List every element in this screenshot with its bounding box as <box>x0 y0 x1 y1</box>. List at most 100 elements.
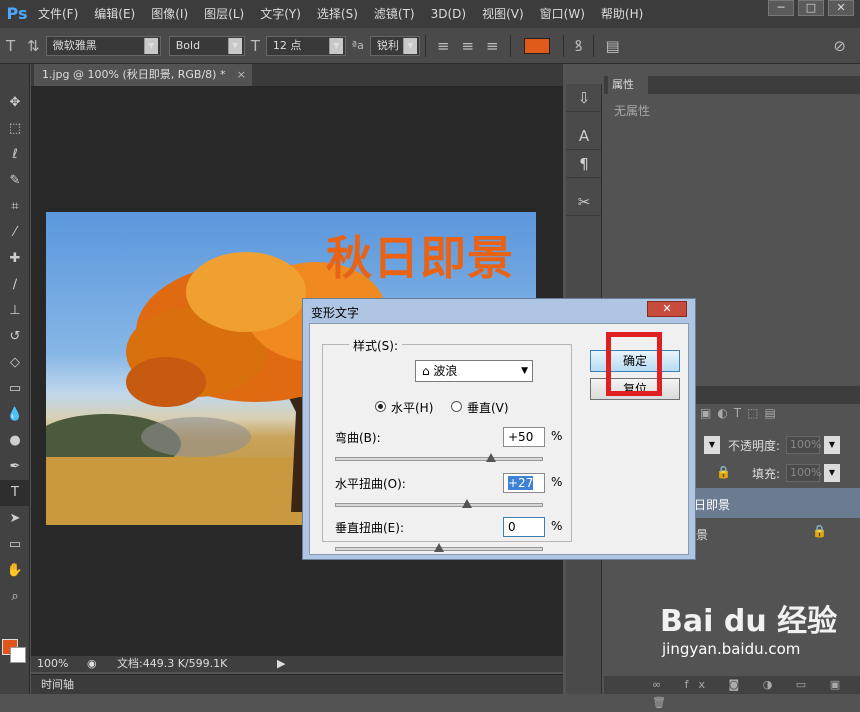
eyedropper-tool-icon[interactable]: ⁄ <box>0 220 30 246</box>
zoom-level[interactable]: 100% <box>31 656 87 672</box>
menu-3d[interactable]: 3D(D) <box>423 0 474 28</box>
opacity-input[interactable]: 100% <box>786 436 821 454</box>
antialias-select[interactable]: 锐利 ▼ <box>369 35 420 56</box>
fill-input[interactable]: 100% <box>786 464 821 482</box>
toggle-orientation-icon[interactable]: ⇅ <box>27 37 40 55</box>
layer-filter-icons[interactable]: ▣◐T⬚▤ <box>700 406 782 420</box>
menu-select[interactable]: 选择(S) <box>309 0 366 28</box>
stamp-tool-icon[interactable]: ⊥ <box>0 298 30 324</box>
rectangle-tool-icon[interactable]: ▭ <box>0 532 30 558</box>
minimize-button[interactable]: ─ <box>768 0 794 16</box>
horizontal-distortion-input[interactable]: +27 <box>503 473 545 493</box>
chevron-down-icon: ▼ <box>402 37 417 54</box>
paragraph-panel-icon[interactable]: ¶ <box>566 150 602 178</box>
status-settings-icon[interactable]: ◉ <box>87 656 107 672</box>
close-window-button[interactable]: ✕ <box>828 0 854 16</box>
menu-layer[interactable]: 图层(L) <box>196 0 252 28</box>
crop-tool-icon[interactable]: ⌗ <box>0 194 30 220</box>
history-panel-icon[interactable]: ⇩ <box>566 84 602 112</box>
marquee-tool-icon[interactable]: ⬚ <box>0 116 30 142</box>
menu-filter[interactable]: 滤镜(T) <box>366 0 423 28</box>
character-panel-icon[interactable]: ▤ <box>605 37 619 55</box>
vertical-label: 垂直(V) <box>467 401 509 415</box>
style-value: ⌂ 波浪 <box>422 364 458 378</box>
menu-bar: Ps 文件(F) 编辑(E) 图像(I) 图层(L) 文字(Y) 选择(S) 滤… <box>0 0 860 28</box>
font-size-select[interactable]: 12 点 ▼ <box>265 35 346 56</box>
vertical-radio[interactable] <box>451 401 462 412</box>
divider <box>562 34 564 57</box>
font-size-icon: T <box>250 36 260 55</box>
opacity-arrow-icon[interactable]: ▼ <box>824 436 840 454</box>
fill-arrow-icon[interactable]: ▼ <box>824 464 840 482</box>
status-menu-arrow-icon[interactable]: ▶ <box>277 656 291 672</box>
horizontal-distortion-slider[interactable] <box>335 503 543 507</box>
tools-panel: ✥ ⬚ ℓ ✎ ⌗ ⁄ ✚ ∕ ⊥ ↺ ◇ ▭ 💧 ● ✒ T ➤ ▭ ✋ ⌕ <box>0 64 30 694</box>
close-tab-icon[interactable]: × <box>237 64 246 86</box>
watermark-url: jingyan.baidu.com <box>662 640 801 658</box>
horizontal-distortion-value: +27 <box>508 476 534 490</box>
type-tool-icon[interactable]: T <box>0 480 30 506</box>
menu-type[interactable]: 文字(Y) <box>252 0 309 28</box>
history-brush-tool-icon[interactable]: ↺ <box>0 324 30 350</box>
align-center-icon[interactable]: ≡ <box>461 37 474 55</box>
horizontal-distortion-percent: % <box>551 475 563 489</box>
menu-window[interactable]: 窗口(W) <box>532 0 593 28</box>
background-color-swatch[interactable] <box>10 647 26 663</box>
horizontal-radio[interactable] <box>375 401 386 412</box>
character-panel-icon[interactable]: A <box>566 122 602 150</box>
type-tool-icon[interactable]: T <box>6 37 15 55</box>
font-style-select[interactable]: Bold ▼ <box>168 35 245 56</box>
menu-help[interactable]: 帮助(H) <box>593 0 651 28</box>
bend-slider-thumb[interactable] <box>486 453 496 462</box>
align-right-icon[interactable]: ≡ <box>486 37 499 55</box>
path-select-tool-icon[interactable]: ➤ <box>0 506 30 532</box>
vertical-distortion-input[interactable]: 0 <box>503 517 545 537</box>
horizontal-distortion-slider-thumb[interactable] <box>462 499 473 508</box>
chevron-down-icon: ▼ <box>521 366 528 376</box>
font-family-value: 微软雅黑 <box>52 38 97 52</box>
lock-all-icon[interactable]: 🔒 <box>716 465 731 479</box>
quick-select-tool-icon[interactable]: ✎ <box>0 168 30 194</box>
zoom-tool-icon[interactable]: ⌕ <box>0 584 30 610</box>
chevron-down-icon: ▼ <box>227 37 242 54</box>
blur-tool-icon[interactable]: 💧 <box>0 402 30 428</box>
eraser-tool-icon[interactable]: ◇ <box>0 350 30 376</box>
bend-input[interactable]: +50 <box>503 427 545 447</box>
menu-file[interactable]: 文件(F) <box>30 0 86 28</box>
menu-edit[interactable]: 编辑(E) <box>86 0 143 28</box>
menu-view[interactable]: 视图(V) <box>474 0 532 28</box>
dialog-close-button[interactable]: ✕ <box>647 301 687 317</box>
chevron-down-icon: ▼ <box>328 37 343 54</box>
dodge-tool-icon[interactable]: ● <box>0 428 30 454</box>
horizontal-label: 水平(H) <box>391 401 434 415</box>
vertical-distortion-percent: % <box>551 519 563 533</box>
timeline-tab[interactable]: 时间轴 <box>31 674 563 694</box>
blend-mode-arrow-icon[interactable]: ▼ <box>704 436 720 454</box>
antialias-value: 锐利 <box>376 38 399 52</box>
style-select[interactable]: ⌂ 波浪 ▼ <box>415 360 533 382</box>
warp-text-icon[interactable]: ꝸ <box>575 36 583 56</box>
vertical-distortion-slider-thumb[interactable] <box>434 543 444 552</box>
warped-text-layer[interactable]: 秋日即景 <box>326 222 514 288</box>
layers-panel-footer[interactable]: ∞ fx ◙ ◑ ▭ ▣ 🗑 <box>604 676 860 709</box>
pen-tool-icon[interactable]: ✒ <box>0 454 30 480</box>
align-left-icon[interactable]: ≡ <box>437 37 450 55</box>
menu-image[interactable]: 图像(I) <box>143 0 196 28</box>
gradient-tool-icon[interactable]: ▭ <box>0 376 30 402</box>
document-tab[interactable]: 1.jpg @ 100% (秋日即景, RGB/8) * × <box>34 64 252 86</box>
bend-slider[interactable] <box>335 457 543 461</box>
tool-presets-icon[interactable]: ✂ <box>566 188 602 216</box>
properties-tab[interactable]: 属性 <box>608 76 648 94</box>
lasso-tool-icon[interactable]: ℓ <box>0 142 30 168</box>
font-family-select[interactable]: 微软雅黑 ▼ <box>45 35 161 56</box>
cancel-icon[interactable]: ⊘ <box>833 37 846 55</box>
status-bar: 100% ◉ 文档:449.3 K/599.1K ▶ <box>31 656 563 672</box>
maximize-button[interactable]: □ <box>798 0 824 16</box>
antialias-icon: ªa <box>351 39 364 52</box>
hand-tool-icon[interactable]: ✋ <box>0 558 30 584</box>
text-color-swatch[interactable] <box>523 37 550 54</box>
move-tool-icon[interactable]: ✥ <box>0 90 30 116</box>
healing-tool-icon[interactable]: ✚ <box>0 246 30 272</box>
fill-label: 填充: <box>752 467 781 481</box>
brush-tool-icon[interactable]: ∕ <box>0 272 30 298</box>
